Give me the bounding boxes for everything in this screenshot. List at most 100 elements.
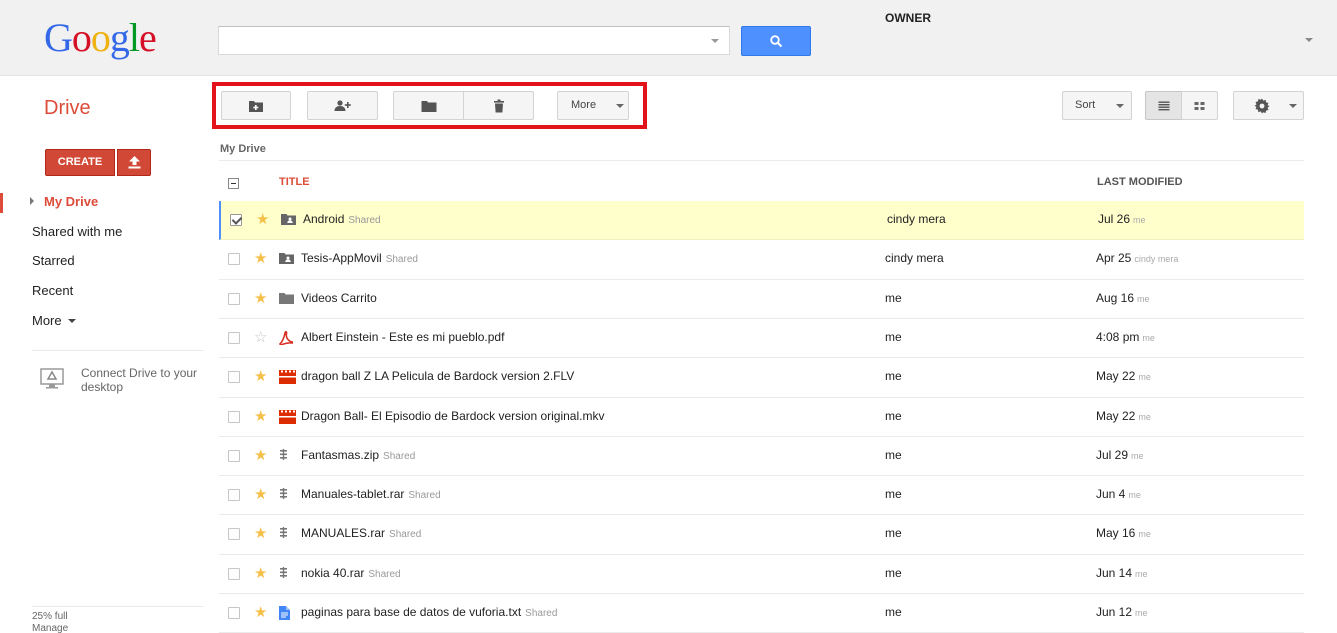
file-name[interactable]: Tesis-AppMovil Shared [301,251,418,265]
modified-date: May 16 [1096,526,1136,540]
column-header-owner[interactable]: OWNER [885,11,931,25]
shared-badge: Shared [525,608,558,619]
modified-by: me [1131,451,1144,461]
star-icon[interactable]: ★ [254,447,267,465]
sidebar-item-more[interactable]: More [32,313,77,328]
storage-divider [32,606,204,607]
star-icon[interactable]: ★ [254,525,267,543]
row-checkbox[interactable] [228,371,240,383]
search-options-chevron-icon[interactable] [711,39,719,43]
chevron-down-icon [1289,104,1297,108]
row-checkbox[interactable] [228,568,240,580]
file-name[interactable]: dragon ball Z LA Pelicula de Bardock ver… [301,369,574,383]
file-row[interactable]: ★ Tesis-AppMovil Shared cindy mera Apr 25 cin… [219,240,1304,280]
shared-badge: Shared [385,254,418,265]
google-logo[interactable]: Google [44,14,157,62]
app-title[interactable]: Drive [44,97,91,120]
connect-drive-link[interactable]: Connect Drive to your desktop [81,366,201,394]
file-name[interactable]: Videos Carrito [301,291,377,305]
file-row[interactable]: ★ Dragon Ball- El Episodio de Bardock ver… [219,398,1304,437]
desktop-sync-icon[interactable] [40,368,64,392]
file-name[interactable]: Dragon Ball- El Episodio de Bardock vers… [301,409,604,423]
nav-active-indicator [0,193,3,213]
annotation-highlight-box [212,82,647,129]
row-checkbox[interactable] [228,253,240,265]
sidebar-divider [32,350,204,351]
list-view-icon [1158,101,1169,110]
sort-button[interactable]: Sort [1062,91,1132,120]
shared-folder-icon [279,252,294,267]
file-name[interactable]: Albert Einstein - Este es mi pueblo.pdf [301,330,504,344]
file-name[interactable]: Manuales-tablet.rar Shared [301,487,441,501]
file-row[interactable]: ★ Manuales-tablet.rar Shared me Jun 4 me [219,476,1304,515]
star-icon[interactable]: ★ [254,408,267,426]
file-name[interactable]: paginas para base de datos de vuforia.tx… [301,605,557,619]
file-row[interactable]: ★ dragon ball Z LA Pelicula de Bardock ve… [219,358,1304,398]
modified-date: May 22 [1096,369,1136,383]
row-checkbox[interactable] [228,332,240,344]
row-checkbox[interactable] [228,450,240,462]
star-icon[interactable]: ★ [254,368,267,386]
create-button[interactable]: CREATE [45,149,115,176]
shared-badge: Shared [408,490,441,501]
file-owner: me [885,448,902,462]
file-row[interactable]: ★ Android Shared cindy mera Jul 26 me [219,201,1304,240]
select-all-checkbox[interactable] [228,178,239,189]
file-name[interactable]: nokia 40.rar Shared [301,566,401,580]
star-icon[interactable]: ★ [254,565,267,583]
modified-date: Aug 16 [1096,291,1135,305]
modified-by: me [1137,294,1150,304]
row-checkbox[interactable] [228,411,240,423]
account-chevron-down-icon[interactable] [1305,38,1313,42]
file-row[interactable]: ★ Videos Carrito me Aug 16 me [219,280,1304,319]
manage-storage-link[interactable]: Manage [32,623,68,633]
file-title: Android [303,212,345,226]
star-icon[interactable]: ★ [256,211,269,229]
sidebar-item-shared-with-me[interactable]: Shared with me [32,224,122,239]
archive-file-icon [279,449,288,463]
list-view-button[interactable] [1145,91,1182,120]
upload-button[interactable] [117,149,151,176]
search-button[interactable] [741,26,811,56]
file-title: Videos Carrito [301,291,377,305]
sidebar-item-my-drive[interactable]: My Drive [44,194,98,209]
file-last-modified: Jun 14 me [1096,566,1148,580]
breadcrumb[interactable]: My Drive [220,143,266,155]
file-title: Albert Einstein - Este es mi pueblo.pdf [301,330,505,344]
pdf-icon [278,330,294,348]
grid-view-button[interactable] [1181,91,1218,120]
expand-arrow-icon[interactable] [30,197,34,205]
row-checkbox[interactable] [228,528,240,540]
row-checkbox[interactable] [230,214,242,226]
row-checkbox[interactable] [228,489,240,501]
star-icon[interactable]: ☆ [254,329,267,347]
file-row[interactable]: ★ nokia 40.rar Shared me Jun 14 me [219,555,1304,594]
chevron-down-icon [68,319,77,323]
file-row[interactable]: ★ Fantasmas.zip Shared me Jul 29 me [219,437,1304,476]
column-header-title[interactable]: TITLE [279,176,310,188]
star-icon[interactable]: ★ [254,290,267,308]
search-input[interactable] [218,26,730,55]
file-last-modified: Jul 29 me [1096,448,1144,462]
file-name[interactable]: MANUALES.rar Shared [301,526,421,540]
row-checkbox[interactable] [228,293,240,305]
sidebar-item-starred[interactable]: Starred [32,253,75,268]
file-row[interactable]: ☆ Albert Einstein - Este es mi pueblo.pdf… [219,319,1304,358]
file-last-modified: May 16 me [1096,526,1151,540]
shared-badge: Shared [383,451,416,462]
file-row[interactable]: ★ paginas para base de datos de vuforia.t… [219,594,1304,633]
file-owner: me [885,487,902,501]
column-header-last-modified[interactable]: LAST MODIFIED [1097,176,1183,188]
row-checkbox[interactable] [228,607,240,619]
sidebar-item-recent[interactable]: Recent [32,283,73,298]
file-name[interactable]: Android Shared [303,212,381,226]
file-last-modified: Jun 12 me [1096,605,1148,619]
star-icon[interactable]: ★ [254,250,267,268]
star-icon[interactable]: ★ [254,486,267,504]
file-name[interactable]: Fantasmas.zip Shared [301,448,415,462]
settings-button[interactable] [1233,91,1304,120]
star-icon[interactable]: ★ [254,604,267,622]
sidebar-item-more-label: More [32,313,62,328]
sort-label: Sort [1075,99,1096,111]
file-row[interactable]: ★ MANUALES.rar Shared me May 16 me [219,515,1304,555]
